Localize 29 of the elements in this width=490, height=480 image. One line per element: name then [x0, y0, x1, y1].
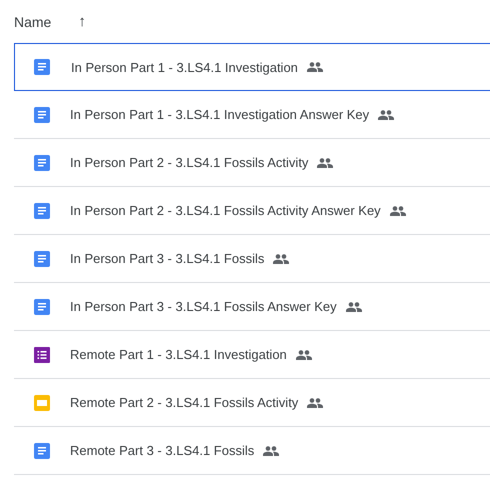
file-row[interactable]: In Person Part 3 - 3.LS4.1 Fossils: [14, 235, 490, 283]
document-icon: [34, 154, 50, 170]
file-name: In Person Part 1 - 3.LS4.1 Investigation: [71, 60, 298, 74]
document-icon: [34, 202, 50, 218]
file-name: Remote Part 2 - 3.LS4.1 Fossils Activity: [70, 395, 298, 410]
document-icon: [34, 250, 50, 266]
form-icon: [34, 346, 50, 362]
document-icon: [34, 106, 50, 122]
file-name: In Person Part 1 - 3.LS4.1 Investigation Answer Key: [70, 107, 370, 122]
file-name: Remote Part 3 - 3.LS4.1 Fossils: [70, 443, 254, 458]
file-name: In Person Part 3 - 3.LS4.1 Fossils Answer Key: [70, 299, 337, 314]
document-icon: [34, 298, 50, 314]
file-name: In Person Part 2 - 3.LS4.1 Fossils Activity: [70, 155, 308, 170]
file-name: Remote Part 1 - 3.LS4.1 Investigation: [70, 347, 287, 362]
file-row[interactable]: In Person Part 2 - 3.LS4.1 Fossils Activity: [14, 139, 490, 187]
file-row[interactable]: Remote Part 2 - 3.LS4.1 Fossils Activity: [14, 379, 490, 427]
document-icon: [34, 442, 50, 458]
file-name: In Person Part 3 - 3.LS4.1 Fossils: [70, 251, 264, 266]
file-row[interactable]: In Person Part 1 - 3.LS4.1 Investigation: [14, 43, 490, 91]
file-row[interactable]: Remote Part 3 - 3.LS4.1 Fossils: [14, 427, 490, 475]
file-row[interactable]: In Person Part 3 - 3.LS4.1 Fossils Answer Key: [14, 283, 490, 331]
sort-arrow[interactable]: ↑: [78, 13, 86, 30]
file-name: In Person Part 2 - 3.LS4.1 Fossils Activity Answer Key: [70, 203, 381, 218]
name-column-header[interactable]: Name: [14, 14, 52, 30]
document-icon: [34, 59, 50, 75]
file-row[interactable]: Remote Part 1 - 3.LS4.1 Investigation: [14, 331, 490, 379]
slides-icon: [34, 394, 50, 410]
file-row[interactable]: In Person Part 1 - 3.LS4.1 Investigation Answer Key: [14, 91, 490, 139]
file-row[interactable]: In Person Part 2 - 3.LS4.1 Fossils Activity Answer Key: [14, 187, 490, 235]
